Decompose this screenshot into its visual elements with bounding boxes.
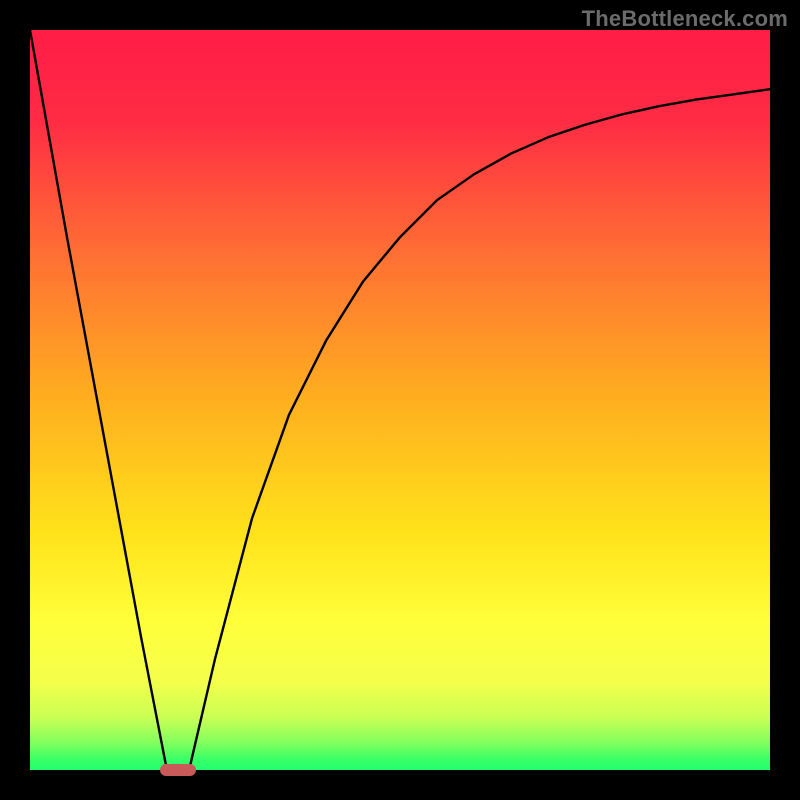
chart-plot-area (30, 30, 770, 770)
bottleneck-curve (30, 30, 770, 770)
attribution-text: TheBottleneck.com (582, 6, 788, 32)
optimal-marker (160, 764, 196, 776)
